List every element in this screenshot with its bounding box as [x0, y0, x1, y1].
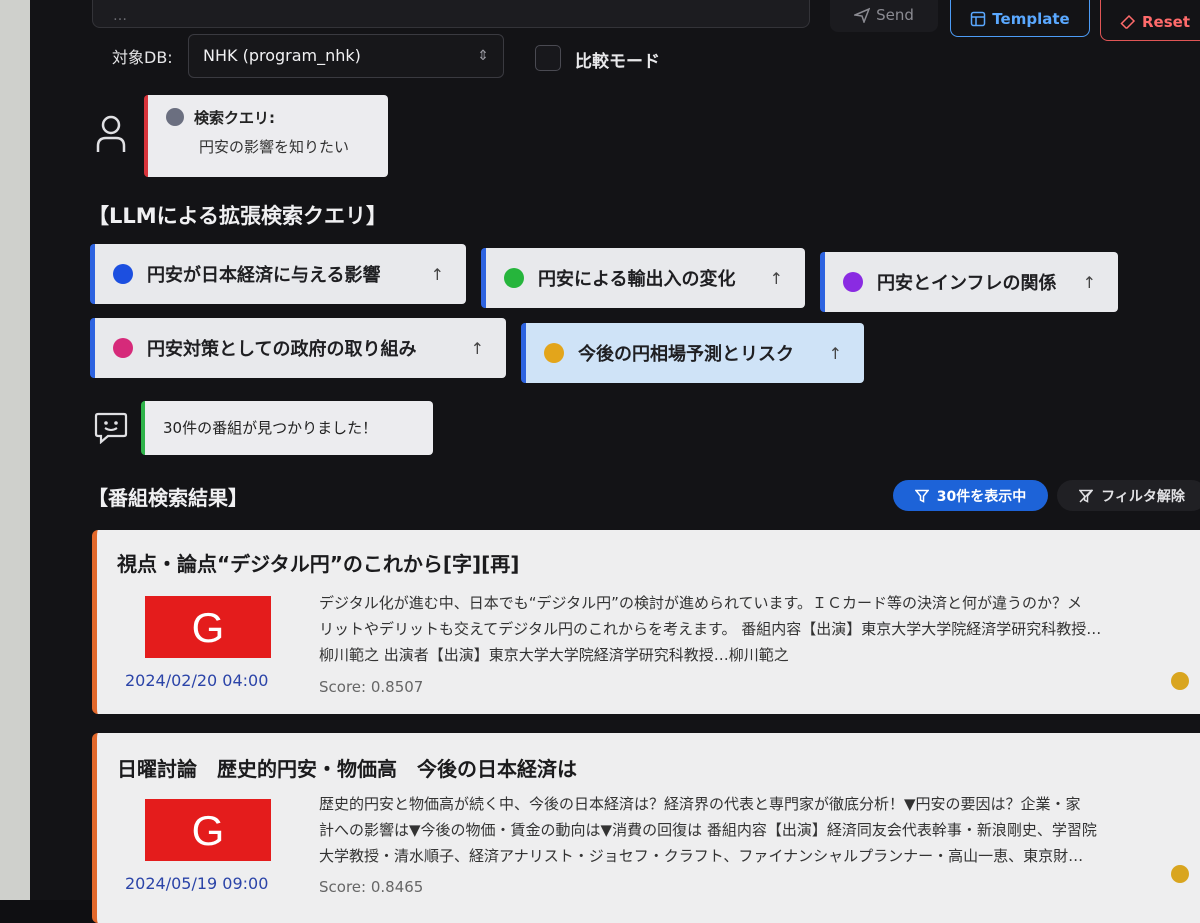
compare-mode-checkbox[interactable] [535, 45, 561, 71]
arrow-up-icon: ↑ [430, 264, 444, 284]
description-line: 柳川範之 出演者【出演】東京大学大学院経済学研究科教授…柳川範之 [319, 646, 789, 664]
description-line: 大学教授・清水順子、経済アナリスト・ジョセフ・クラフト、ファイナンシャルプランナ… [319, 847, 1084, 865]
clear-filter-button[interactable]: フィルタ解除 [1057, 480, 1200, 511]
chip-label: 円安による輸出入の変化 [538, 269, 736, 290]
chat-bot-icon [94, 412, 128, 444]
result-card[interactable]: 視点・論点“デジタル円”のこれから[字][再] G 2024/02/20 04:… [92, 530, 1200, 714]
compare-mode-label: 比較モード [575, 52, 660, 72]
eraser-icon [1120, 14, 1136, 29]
channel-logo: G [145, 596, 271, 658]
score-label: Score: 0.8465 [319, 878, 424, 896]
llm-section-heading: 【LLMによる拡張検索クエリ】 [88, 204, 388, 228]
chip-dot-icon [504, 268, 524, 288]
db-select[interactable]: NHK (program_nhk) ⇕ [188, 34, 504, 78]
filter-badge-label: 30件を表示中 [936, 488, 1027, 505]
query-title: 検索クエリ: [194, 109, 275, 127]
channel-logo: G [145, 799, 271, 861]
monitor-bezel [0, 0, 30, 900]
search-placeholder: … [113, 8, 127, 24]
select-chevron-icon: ⇕ [477, 48, 489, 64]
expanded-query-chip[interactable]: 円安対策としての政府の取り組み ↑ [90, 318, 506, 378]
description-line: リットやデリットも交えてデジタル円のこれからを考えます。 番組内容【出演】東京大… [319, 620, 1102, 638]
expanded-query-chip[interactable]: 円安による輸出入の変化 ↑ [481, 248, 805, 308]
user-icon [96, 115, 126, 152]
db-selected-value: NHK (program_nhk) [203, 46, 361, 65]
reset-button[interactable]: Reset [1100, 0, 1200, 41]
expanded-query-chip[interactable]: 円安とインフレの関係 ↑ [820, 252, 1118, 312]
description-line: デジタル化が進む中、日本でも“デジタル円”の検討が進められています。ＩＣカード等… [319, 594, 1082, 612]
send-icon [854, 7, 871, 23]
search-input[interactable]: … [92, 0, 810, 28]
program-description: デジタル化が進む中、日本でも“デジタル円”の検討が進められています。ＩＣカード等… [319, 590, 1181, 668]
description-line: 歴史的円安と物価高が続く中、今後の日本経済は？経済界の代表と専門家が徹底分析！▼… [319, 795, 1081, 813]
score-dot-icon [1171, 865, 1189, 883]
chip-dot-icon [544, 343, 564, 363]
filter-status-badge[interactable]: 30件を表示中 [893, 480, 1048, 511]
send-button[interactable]: Send [830, 0, 938, 32]
broadcast-date: 2024/02/20 04:00 [125, 671, 269, 690]
bot-message-bubble: 30件の番組が見つかりました！ [141, 401, 433, 455]
result-card[interactable]: 日曜討論 歴史的円安・物価高 今後の日本経済は G 2024/05/19 09:… [92, 733, 1200, 923]
description-line: 計への影響は▼今後の物価・賃金の動向は▼消費の回復は 番組内容【出演】経済同友会… [319, 821, 1097, 839]
results-heading: 【番組検索結果】 [88, 486, 248, 510]
filter-icon [914, 489, 929, 503]
user-query-bubble: 検索クエリ: 円安の影響を知りたい [144, 95, 388, 177]
query-dot-icon [166, 108, 184, 126]
clear-filter-label: フィルタ解除 [1101, 488, 1185, 505]
arrow-up-icon: ↑ [828, 343, 842, 363]
score-label: Score: 0.8507 [319, 678, 424, 696]
template-label: Template [992, 9, 1070, 28]
program-title: 視点・論点“デジタル円”のこれから[字][再] [117, 552, 520, 576]
db-label: 対象DB: [112, 48, 173, 67]
chip-label: 今後の円相場予測とリスク [578, 344, 794, 365]
program-title: 日曜討論 歴史的円安・物価高 今後の日本経済は [117, 757, 577, 781]
send-label: Send [876, 6, 914, 24]
filter-off-icon [1079, 488, 1094, 503]
query-text: 円安の影響を知りたい [199, 138, 350, 156]
chip-label: 円安とインフレの関係 [877, 273, 1057, 294]
program-description: 歴史的円安と物価高が続く中、今後の日本経済は？経済界の代表と専門家が徹底分析！▼… [319, 791, 1181, 869]
chip-dot-icon [113, 338, 133, 358]
arrow-up-icon: ↑ [769, 268, 783, 288]
template-icon [971, 11, 986, 26]
template-button[interactable]: Template [950, 0, 1090, 37]
broadcast-date: 2024/05/19 09:00 [125, 874, 269, 893]
expanded-query-chip[interactable]: 今後の円相場予測とリスク ↑ [521, 323, 864, 383]
score-dot-icon [1171, 672, 1189, 690]
reset-label: Reset [1142, 12, 1190, 31]
chip-label: 円安が日本経済に与える影響 [147, 265, 381, 286]
chip-dot-icon [843, 272, 863, 292]
chip-dot-icon [113, 264, 133, 284]
arrow-up-icon: ↑ [1082, 272, 1096, 292]
expanded-query-chip[interactable]: 円安が日本経済に与える影響 ↑ [90, 244, 466, 304]
arrow-up-icon: ↑ [470, 338, 484, 358]
chip-label: 円安対策としての政府の取り組み [147, 339, 417, 360]
